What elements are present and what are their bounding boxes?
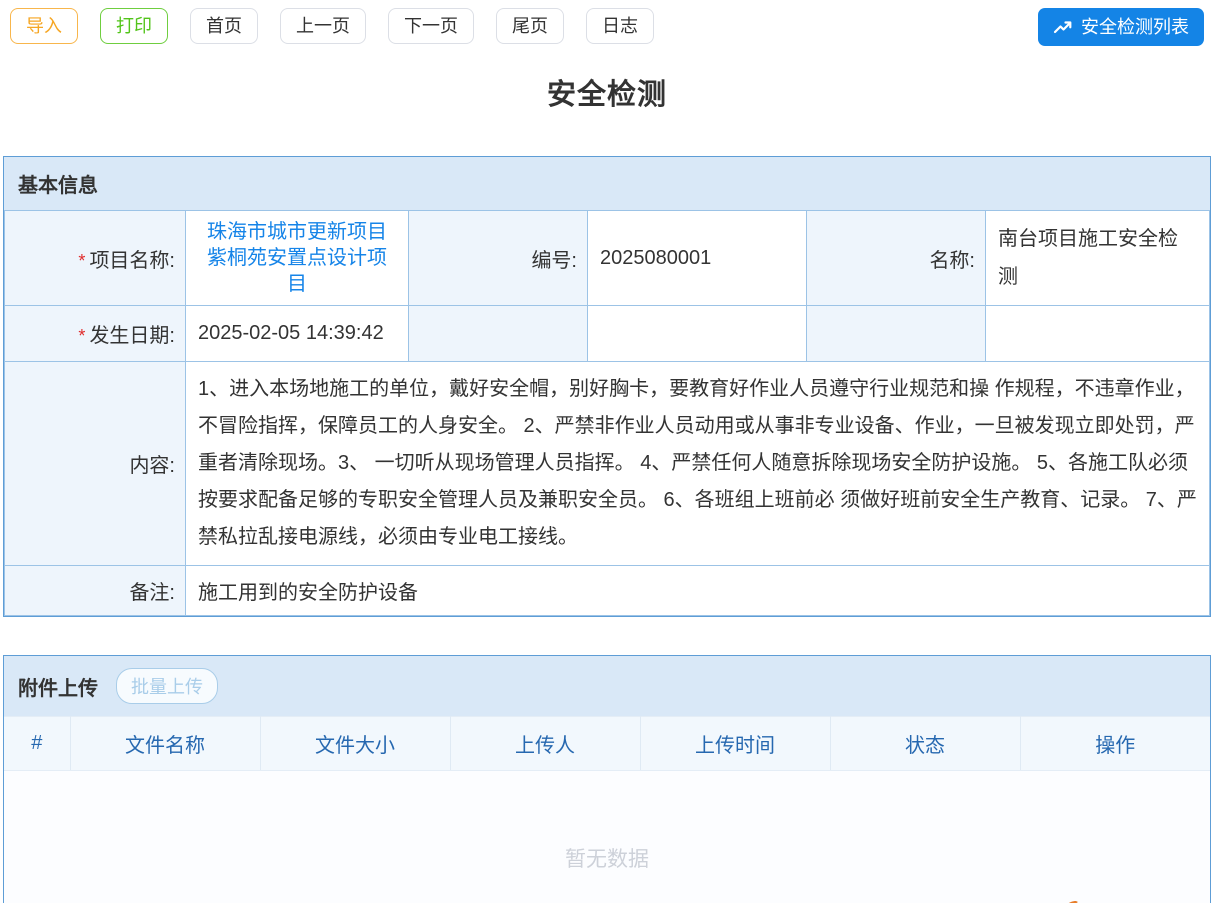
project-name-label: 项目名称: — [89, 250, 175, 272]
name-value: 南台项目施工安全检测 — [998, 228, 1178, 288]
table-row: 内容: 1、进入本场地施工的单位，戴好安全帽，别好胸卡，要教育好作业人员遵守行业… — [5, 362, 1210, 566]
attachments-table: # 文件名称 文件大小 上传人 上传时间 状态 操作 — [4, 716, 1210, 771]
project-name-value-cell: 珠海市城市更新项目紫桐苑安置点设计项目 — [186, 211, 409, 306]
batch-upload-button[interactable]: 批量上传 — [116, 668, 218, 704]
code-label-cell: 编号: — [409, 211, 588, 306]
table-row: 备注: 施工用到的安全防护设备 — [5, 566, 1210, 616]
table-row: *发生日期: 2025-02-05 14:39:42 — [5, 306, 1210, 362]
column-file-name: 文件名称 — [70, 717, 260, 771]
date-value: 2025-02-05 14:39:42 — [198, 322, 384, 344]
column-upload-time: 上传时间 — [640, 717, 830, 771]
toolbar: 导入 打印 首页 上一页 下一页 尾页 日志 安全检测列表 — [0, 0, 1214, 44]
basic-info-title: 基本信息 — [18, 169, 98, 198]
vendor-watermark: 泛普软件 www.fanpusoft.com — [1062, 897, 1202, 903]
first-page-button[interactable]: 首页 — [190, 8, 258, 44]
attachments-section: 附件上传 批量上传 # 文件名称 文件大小 上传人 上传时间 状态 操作 暂无数… — [3, 655, 1211, 903]
vendor-brand-text: 泛普软件 — [1098, 897, 1202, 903]
basic-info-table: *项目名称: 珠海市城市更新项目紫桐苑安置点设计项目 编号: 202508000… — [4, 210, 1210, 616]
name-value-cell: 南台项目施工安全检测 — [986, 211, 1210, 306]
content-label-cell: 内容: — [5, 362, 186, 566]
no-data-text: 暂无数据 — [4, 843, 1210, 873]
safety-check-list-label: 安全检测列表 — [1081, 16, 1189, 38]
attachments-header: 附件上传 批量上传 — [4, 656, 1210, 716]
empty-value-cell — [588, 306, 807, 362]
log-button[interactable]: 日志 — [586, 8, 654, 44]
name-label: 名称: — [929, 250, 975, 272]
remark-label-cell: 备注: — [5, 566, 186, 616]
code-value: 2025080001 — [600, 247, 711, 269]
date-label: 发生日期: — [89, 325, 175, 347]
content-value-cell: 1、进入本场地施工的单位，戴好安全帽，别好胸卡，要教育好作业人员遵守行业规范和操… — [186, 362, 1210, 566]
basic-info-header: 基本信息 — [4, 157, 1210, 210]
empty-label-cell — [807, 306, 986, 362]
remark-value: 施工用到的安全防护设备 — [198, 582, 418, 604]
empty-value-cell — [986, 306, 1210, 362]
project-name-label-cell: *项目名称: — [5, 211, 186, 306]
next-page-button[interactable]: 下一页 — [388, 8, 474, 44]
column-status: 状态 — [830, 717, 1020, 771]
attachments-empty-area: 暂无数据 泛普软件 www.fanpusoft.com — [4, 771, 1210, 903]
import-button[interactable]: 导入 — [10, 8, 78, 44]
name-label-cell: 名称: — [807, 211, 986, 306]
project-name-link[interactable]: 珠海市城市更新项目紫桐苑安置点设计项目 — [198, 219, 396, 297]
remark-label: 备注: — [129, 582, 175, 604]
content-value: 1、进入本场地施工的单位，戴好安全帽，别好胸卡，要教育好作业人员遵守行业规范和操… — [198, 378, 1197, 548]
required-asterisk: * — [78, 326, 85, 346]
attachments-header-row: # 文件名称 文件大小 上传人 上传时间 状态 操作 — [4, 717, 1210, 771]
print-button[interactable]: 打印 — [100, 8, 168, 44]
remark-value-cell: 施工用到的安全防护设备 — [186, 566, 1210, 616]
last-page-button[interactable]: 尾页 — [496, 8, 564, 44]
prev-page-button[interactable]: 上一页 — [280, 8, 366, 44]
date-value-cell: 2025-02-05 14:39:42 — [186, 306, 409, 362]
date-label-cell: *发生日期: — [5, 306, 186, 362]
trending-up-icon — [1053, 18, 1073, 36]
attachments-title: 附件上传 — [18, 672, 98, 701]
code-value-cell: 2025080001 — [588, 211, 807, 306]
column-file-size: 文件大小 — [260, 717, 450, 771]
required-asterisk: * — [78, 251, 85, 271]
column-actions: 操作 — [1020, 717, 1210, 771]
column-uploader: 上传人 — [450, 717, 640, 771]
column-index: # — [4, 717, 70, 771]
table-row: *项目名称: 珠海市城市更新项目紫桐苑安置点设计项目 编号: 202508000… — [5, 211, 1210, 306]
basic-info-section: 基本信息 *项目名称: 珠海市城市更新项目紫桐苑安置点设计项目 编号: 2025… — [3, 156, 1211, 617]
empty-label-cell — [409, 306, 588, 362]
content-label: 内容: — [129, 455, 175, 477]
code-label: 编号: — [531, 250, 577, 272]
page-title: 安全检测 — [0, 71, 1214, 113]
safety-check-list-button[interactable]: 安全检测列表 — [1038, 8, 1204, 46]
